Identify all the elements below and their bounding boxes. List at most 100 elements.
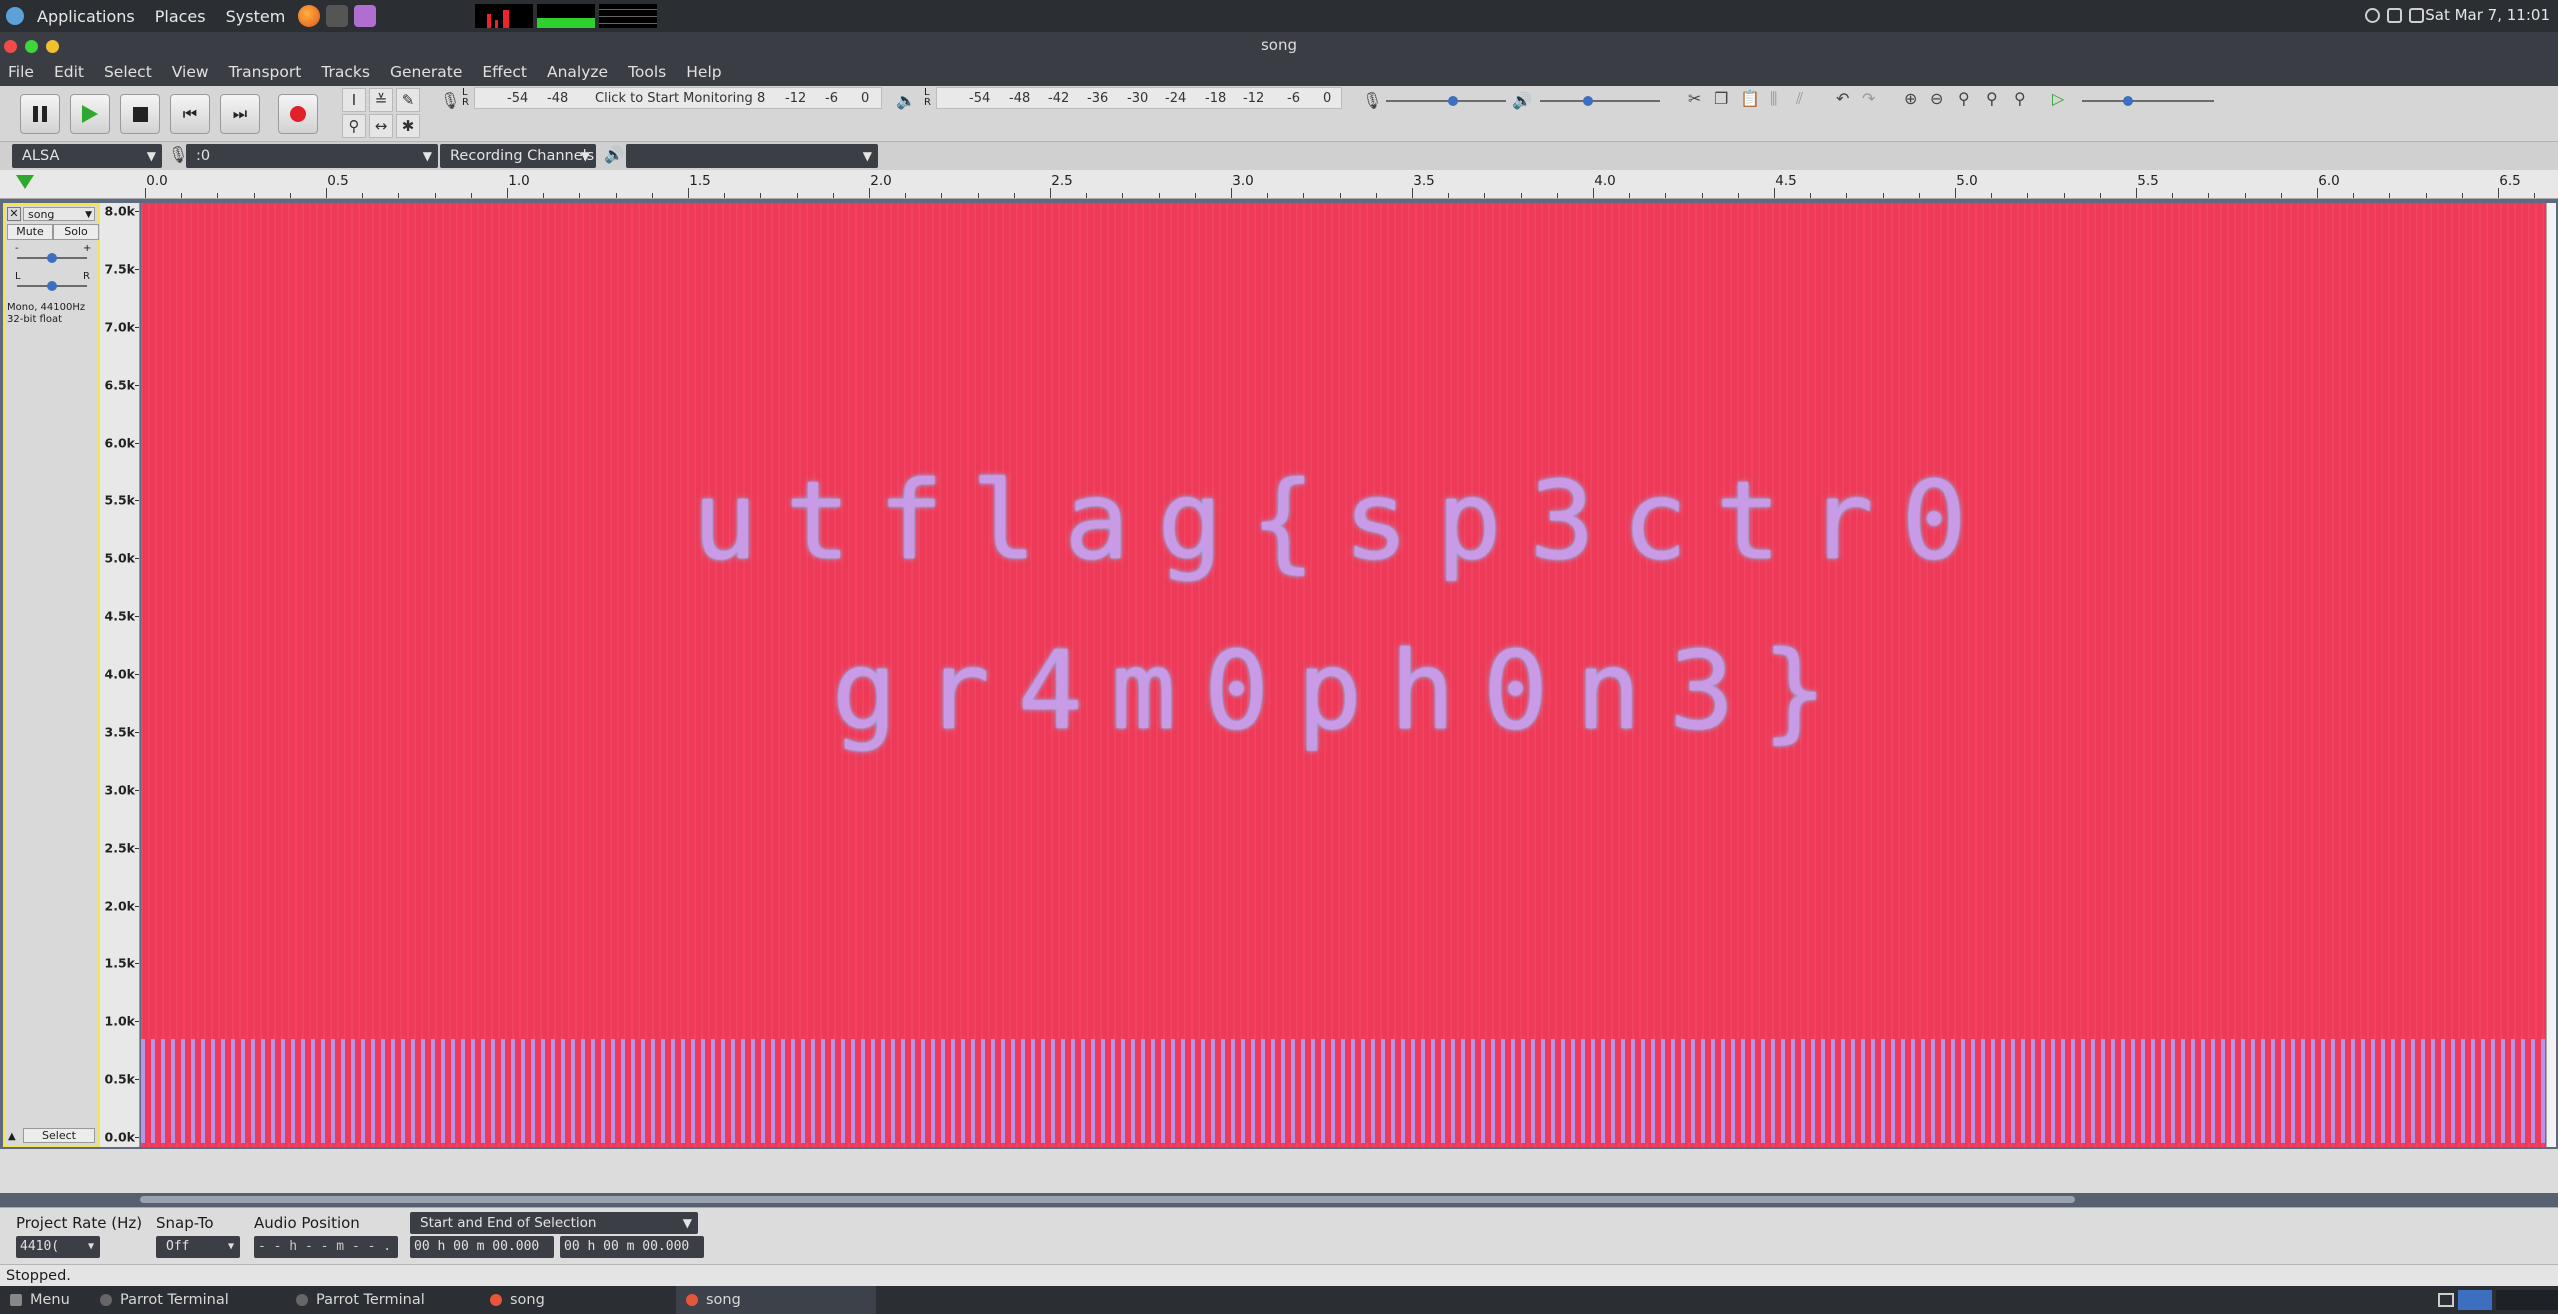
applications-menu[interactable]: Applications bbox=[27, 7, 145, 26]
playback-device-select[interactable]: ▼ bbox=[626, 144, 878, 168]
ruler-minor-tick bbox=[1194, 193, 1196, 198]
recording-channels-select[interactable]: Recording Channels ▼ bbox=[440, 144, 596, 168]
redo-icon[interactable]: ↷ bbox=[1862, 89, 1875, 108]
microphone-icon[interactable]: 🎙 bbox=[440, 91, 460, 110]
menu-tools[interactable]: Tools bbox=[628, 63, 666, 81]
play-speed-slider[interactable] bbox=[2082, 96, 2214, 106]
trim-icon[interactable]: ⫼ bbox=[1770, 89, 1777, 109]
play-button[interactable] bbox=[70, 94, 110, 134]
display-icon[interactable] bbox=[2409, 8, 2424, 23]
clock[interactable]: Sat Mar 7, 11:01 bbox=[2425, 6, 2550, 24]
zoom-in-icon[interactable]: ⊕ bbox=[1904, 89, 1917, 108]
audio-host-select[interactable]: ALSA ▼ bbox=[12, 144, 162, 168]
record-monitor-prompt[interactable]: Click to Start Monitoring bbox=[595, 91, 753, 106]
track-control-panel[interactable]: ✕ song ▼ Mute Solo - + L R Mono, 44100Hz… bbox=[3, 203, 100, 1147]
playback-volume-slider[interactable] bbox=[1540, 96, 1660, 106]
frequency-axis[interactable]: 8.0k 7.5k 7.0k 6.5k 6.0k 5.5k 5.0k 4.5k 4.0k 3.5k… bbox=[100, 203, 140, 1147]
bluetooth-icon[interactable] bbox=[2365, 8, 2380, 23]
ruler-label: 0.5 bbox=[327, 173, 349, 189]
timeline-ruler[interactable]: 0.0 0.5 1.0 1.5 2.0 2.5 3.0 3.5 4.0 4.5 5.0 5.5 6.0 6… bbox=[0, 170, 2558, 199]
draw-tool[interactable]: ✎ bbox=[396, 88, 420, 112]
snap-to-select[interactable]: Off ▼ bbox=[156, 1236, 240, 1258]
menu-generate[interactable]: Generate bbox=[390, 63, 462, 81]
firefox-icon[interactable] bbox=[298, 5, 321, 27]
playback-volume-knob[interactable] bbox=[1583, 96, 1593, 106]
undo-icon[interactable]: ↶ bbox=[1836, 89, 1849, 108]
close-track-button[interactable]: ✕ bbox=[7, 207, 21, 221]
selection-mode-select[interactable]: Start and End of Selection ▼ bbox=[410, 1212, 698, 1234]
zoom-toggle-icon[interactable]: ⚲ bbox=[2014, 89, 2026, 108]
fit-project-icon[interactable]: ⚲ bbox=[1986, 89, 1998, 108]
gain-slider[interactable] bbox=[17, 253, 87, 263]
skip-to-start-button[interactable]: ⏮ bbox=[170, 94, 210, 134]
play-at-speed-icon[interactable]: ▷ bbox=[2052, 89, 2064, 108]
selection-tool[interactable]: I bbox=[342, 88, 366, 112]
paste-icon[interactable]: 📋 bbox=[1740, 89, 1760, 108]
envelope-tool[interactable]: ≚ bbox=[369, 88, 393, 112]
menu-effect[interactable]: Effect bbox=[482, 63, 527, 81]
menu-view[interactable]: View bbox=[172, 63, 209, 81]
menu-edit[interactable]: Edit bbox=[54, 63, 84, 81]
copy-icon[interactable]: ❐ bbox=[1714, 89, 1728, 108]
fit-selection-icon[interactable]: ⚲ bbox=[1958, 89, 1970, 108]
select-track-button[interactable]: Select bbox=[23, 1128, 95, 1143]
taskbar-task-song-2[interactable]: song bbox=[676, 1286, 876, 1314]
window-titlebar[interactable]: song bbox=[0, 32, 2558, 58]
pan-slider[interactable] bbox=[17, 281, 87, 291]
gain-knob[interactable] bbox=[47, 253, 57, 263]
speaker-icon[interactable]: 🔈 bbox=[896, 91, 916, 110]
places-menu[interactable]: Places bbox=[145, 7, 216, 26]
menu-help[interactable]: Help bbox=[686, 63, 721, 81]
scrollbar-thumb[interactable] bbox=[140, 1196, 2075, 1203]
menu-file[interactable]: File bbox=[8, 63, 34, 81]
menu-transport[interactable]: Transport bbox=[229, 63, 302, 81]
terminal-icon[interactable] bbox=[326, 5, 349, 27]
record-volume-knob[interactable] bbox=[1448, 96, 1458, 106]
pause-button[interactable] bbox=[20, 94, 60, 134]
taskbar-task-terminal-2[interactable]: Parrot Terminal bbox=[286, 1286, 476, 1314]
workspace-switcher[interactable] bbox=[2458, 1290, 2492, 1310]
taskbar-task-song-1[interactable]: song bbox=[480, 1286, 670, 1314]
play-head-icon[interactable] bbox=[16, 175, 34, 189]
collapse-track-icon[interactable]: ▲ bbox=[8, 1131, 16, 1142]
selection-end-field[interactable]: 00 h 00 m 00.000 s bbox=[560, 1236, 704, 1276]
mute-button[interactable]: Mute bbox=[7, 224, 53, 240]
menu-analyze[interactable]: Analyze bbox=[547, 63, 608, 81]
recording-device-select[interactable]: :0 ▼ bbox=[186, 144, 438, 168]
parrot-logo-icon[interactable] bbox=[6, 7, 24, 25]
workspace-2[interactable] bbox=[2496, 1290, 2558, 1310]
menu-select[interactable]: Select bbox=[104, 63, 152, 81]
zoom-out-icon[interactable]: ⊖ bbox=[1930, 89, 1943, 108]
track-name-menu[interactable]: song ▼ bbox=[23, 207, 95, 221]
multi-tool[interactable]: ✱ bbox=[396, 114, 420, 138]
taskbar-task-terminal-1[interactable]: Parrot Terminal bbox=[90, 1286, 280, 1314]
taskbar-menu-button[interactable]: Menu bbox=[0, 1286, 90, 1314]
skip-to-end-button[interactable]: ⏭ bbox=[220, 94, 260, 134]
time-shift-tool[interactable]: ↔ bbox=[369, 114, 393, 138]
record-volume-slider[interactable] bbox=[1386, 96, 1506, 106]
project-rate-select[interactable]: 4410( ▼ bbox=[16, 1236, 100, 1258]
playback-meter[interactable]: -54 -48 -42 -36 -30 -24 -18 -12 -6 0 bbox=[936, 87, 1342, 109]
close-window-button[interactable] bbox=[4, 40, 17, 53]
keyboard-icon[interactable] bbox=[2438, 1293, 2454, 1307]
selection-start-field[interactable]: 00 h 00 m 00.000 s bbox=[410, 1236, 554, 1276]
cut-icon[interactable]: ✂ bbox=[1688, 89, 1701, 108]
stop-button[interactable] bbox=[120, 94, 160, 134]
maximize-window-button[interactable] bbox=[25, 40, 38, 53]
minimize-window-button[interactable] bbox=[46, 40, 59, 53]
audio-position-field[interactable]: - - h - - m - - . - - - s bbox=[254, 1236, 398, 1276]
frequency-tick bbox=[135, 847, 139, 849]
volume-icon[interactable] bbox=[2387, 8, 2402, 23]
record-button[interactable] bbox=[278, 94, 318, 134]
system-menu[interactable]: System bbox=[216, 7, 296, 26]
solo-button[interactable]: Solo bbox=[53, 224, 99, 240]
zoom-tool[interactable]: ⚲ bbox=[342, 114, 366, 138]
menu-tracks[interactable]: Tracks bbox=[321, 63, 370, 81]
horizontal-scrollbar[interactable] bbox=[0, 1193, 2558, 1207]
text-editor-icon[interactable] bbox=[354, 5, 377, 27]
record-meter[interactable]: -54 -48 Click to Start Monitoring 8 -12 … bbox=[474, 87, 882, 109]
spectrogram-view[interactable]: utflag{sp3ctr0 gr4m0ph0n3} bbox=[141, 203, 2546, 1147]
pan-knob[interactable] bbox=[47, 281, 57, 291]
play-speed-knob[interactable] bbox=[2123, 96, 2133, 106]
silence-icon[interactable]: ⫽ bbox=[1796, 89, 1803, 109]
